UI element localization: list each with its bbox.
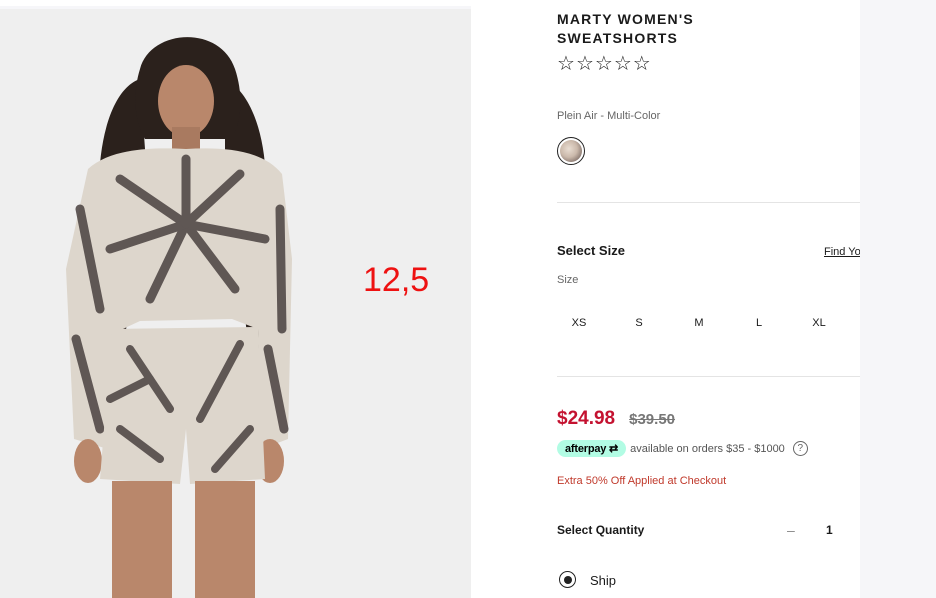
size-option-xs[interactable]: XS bbox=[549, 314, 609, 332]
color-swatch[interactable] bbox=[557, 137, 585, 165]
product-image[interactable] bbox=[0, 9, 471, 598]
size-option-m[interactable]: M bbox=[669, 314, 729, 332]
star-outline-icon: ☆ bbox=[575, 51, 594, 75]
star-outline-icon: ☆ bbox=[557, 51, 575, 75]
quantity-decrease-button[interactable]: – bbox=[787, 522, 795, 538]
ship-label[interactable]: Ship bbox=[590, 573, 616, 588]
divider bbox=[557, 376, 860, 377]
sale-price: $24.98 bbox=[557, 408, 616, 429]
select-size-heading: Select Size bbox=[557, 243, 625, 258]
quantity-value[interactable]: 1 bbox=[826, 523, 833, 537]
color-name: Plein Air - Multi-Color bbox=[557, 110, 661, 122]
find-your-size-link[interactable]: Find Yo bbox=[824, 246, 860, 258]
afterpay-label: afterpay bbox=[565, 443, 607, 455]
star-outline-icon: ☆ bbox=[613, 51, 632, 75]
size-option-s[interactable]: S bbox=[609, 314, 669, 332]
afterpay-arrow-icon: ⇄ bbox=[606, 443, 619, 455]
product-page: 12,5 MARTY WOMEN'S SWEATSHORTS ☆ ☆ ☆ ☆ ☆… bbox=[0, 0, 936, 598]
ship-radio[interactable] bbox=[559, 571, 576, 588]
size-label: Size bbox=[557, 274, 579, 286]
promo-message: Extra 50% Off Applied at Checkout bbox=[557, 475, 727, 487]
swatch-fill bbox=[560, 140, 582, 162]
question-circle-icon[interactable]: ? bbox=[792, 441, 808, 456]
size-option-xl[interactable]: XL bbox=[789, 314, 849, 332]
original-price: $39.50 bbox=[629, 411, 676, 428]
size-option-l[interactable]: L bbox=[729, 314, 789, 332]
select-quantity-heading: Select Quantity bbox=[557, 523, 645, 537]
divider bbox=[557, 202, 860, 203]
radio-selected-dot bbox=[563, 575, 572, 584]
model-photo bbox=[0, 9, 471, 598]
star-outline-icon: ☆ bbox=[632, 51, 651, 75]
rating-stars[interactable]: ☆ ☆ ☆ ☆ ☆ bbox=[557, 53, 651, 73]
annotation-number: 12,5 bbox=[363, 261, 430, 299]
right-gutter bbox=[860, 0, 936, 598]
afterpay-text: available on orders $35 - $1000 bbox=[630, 442, 785, 455]
product-title: MARTY WOMEN'S SWEATSHORTS bbox=[557, 11, 694, 46]
product-info-panel: MARTY WOMEN'S SWEATSHORTS ☆ ☆ ☆ ☆ ☆ Plei… bbox=[471, 6, 860, 598]
star-outline-icon: ☆ bbox=[594, 51, 613, 75]
afterpay-row: afterpay ⇄ available on orders $35 - $10… bbox=[557, 440, 808, 457]
size-options: XS S M L XL bbox=[549, 314, 849, 332]
afterpay-badge[interactable]: afterpay ⇄ bbox=[557, 440, 627, 457]
price-row: $24.98 $39.50 bbox=[557, 408, 675, 430]
